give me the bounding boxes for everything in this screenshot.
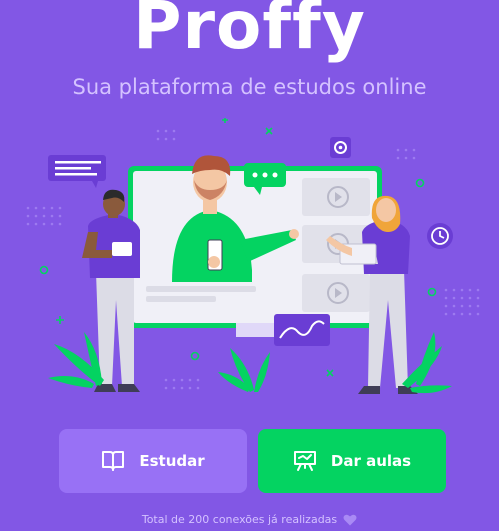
teach-button[interactable]: Dar aulas bbox=[258, 429, 446, 493]
teach-button-label: Dar aulas bbox=[330, 452, 412, 470]
purple-heart-icon bbox=[343, 514, 357, 526]
book-open-icon bbox=[101, 450, 125, 472]
study-button[interactable]: Estudar bbox=[59, 429, 247, 493]
presentation-board-icon bbox=[293, 450, 317, 472]
study-button-label: Estudar bbox=[139, 452, 205, 470]
clock-icon bbox=[427, 223, 453, 249]
gear-icon bbox=[330, 137, 351, 158]
connections-text: Total de 200 conexões já realizadas bbox=[141, 513, 338, 526]
proffy-logo: Proffy bbox=[133, 0, 366, 64]
text-bubble-icon bbox=[48, 155, 106, 188]
hero-illustration bbox=[26, 118, 480, 394]
line-chart-card bbox=[274, 314, 330, 346]
tagline: Sua plataforma de estudos online bbox=[72, 75, 427, 99]
landing-page: Proffy Sua plataforma de estudos online bbox=[0, 0, 499, 531]
connections-footer: Total de 200 conexões já realizadas bbox=[0, 513, 499, 526]
